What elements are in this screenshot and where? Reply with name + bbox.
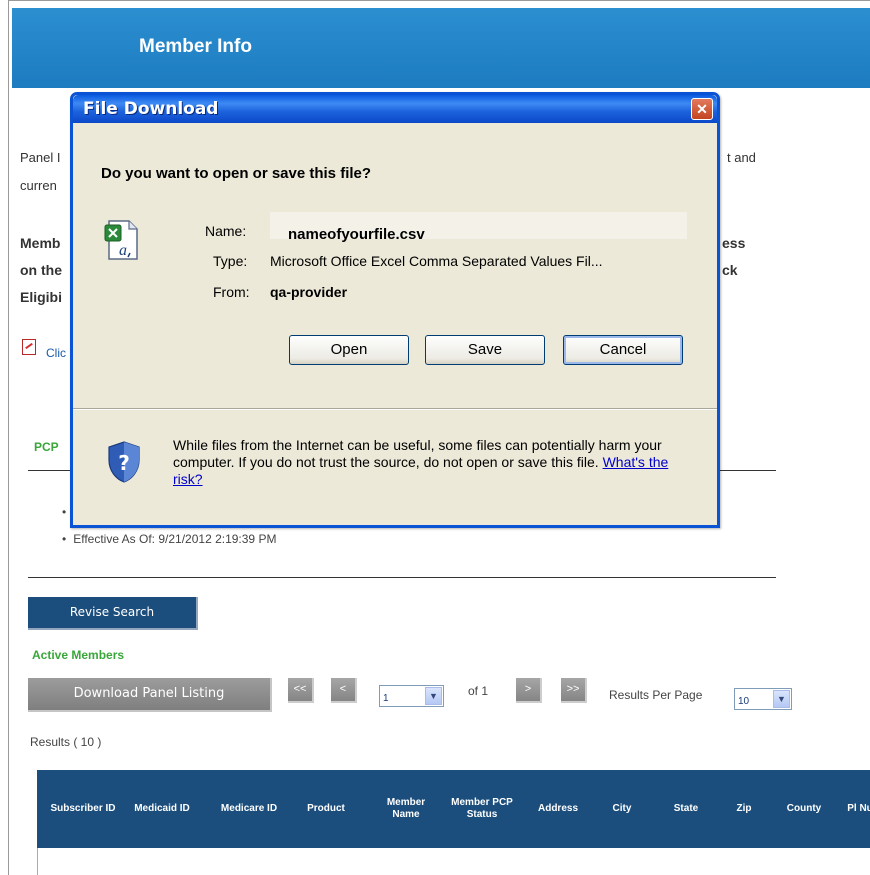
- bold-text-fragment: Memb: [20, 235, 61, 251]
- pdf-icon[interactable]: [22, 339, 36, 355]
- file-download-dialog: File Download ✕ Do you want to open or s…: [70, 92, 720, 528]
- shield-question-icon: ?: [108, 441, 140, 483]
- column-header[interactable]: Zip: [727, 770, 761, 848]
- column-header[interactable]: Product: [293, 770, 359, 848]
- panel-text-fragment-right: t and: [727, 150, 756, 165]
- svg-text:?: ?: [118, 451, 130, 475]
- open-button[interactable]: Open: [289, 335, 409, 365]
- results-count: Results ( 10 ): [30, 735, 102, 749]
- close-icon: ✕: [696, 101, 708, 117]
- last-page-button[interactable]: >>: [561, 678, 587, 703]
- cancel-button[interactable]: Cancel: [563, 335, 683, 365]
- active-members-label: Active Members: [32, 648, 125, 662]
- save-button[interactable]: Save: [425, 335, 545, 365]
- svg-text:a: a: [119, 242, 127, 259]
- column-header[interactable]: State: [663, 770, 709, 848]
- bold-text-fragment-right: ess: [722, 235, 746, 251]
- results-per-page-select[interactable]: 10 ▼: [734, 688, 792, 710]
- panel-text-fragment: Panel I: [20, 150, 61, 165]
- column-header[interactable]: Medicaid ID: [129, 770, 195, 848]
- prev-page-button[interactable]: <: [331, 678, 357, 703]
- file-name: nameofyourfile.csv: [288, 226, 425, 243]
- dialog-separator: [73, 408, 717, 410]
- security-warning-text: While files from the Internet can be use…: [173, 437, 662, 470]
- revise-search-button[interactable]: Revise Search: [28, 597, 198, 630]
- column-header[interactable]: County: [777, 770, 831, 848]
- bold-text-fragment-3: Eligibi: [20, 289, 62, 305]
- pdf-link-fragment[interactable]: Clic: [46, 346, 66, 360]
- bold-text-fragment-2-right: ck: [722, 262, 738, 278]
- header-bar: Member Info: [12, 8, 870, 88]
- file-type: Microsoft Office Excel Comma Separated V…: [270, 253, 603, 269]
- next-page-button[interactable]: >: [516, 678, 542, 703]
- chevron-down-icon: ▼: [773, 690, 790, 708]
- bold-text-fragment-2: on the: [20, 262, 62, 278]
- effective-date: Effective As Of: 9/21/2012 2:19:39 PM: [62, 532, 276, 546]
- column-header[interactable]: Medicare ID: [217, 770, 281, 848]
- first-page-button[interactable]: <<: [288, 678, 314, 703]
- results-per-page-label: Results Per Page: [609, 688, 703, 702]
- name-label: Name:: [205, 223, 247, 239]
- dialog-title: File Download: [83, 99, 219, 119]
- security-warning: While files from the Internet can be use…: [173, 437, 693, 488]
- divider: [28, 577, 776, 578]
- column-header[interactable]: Pl Nu: [843, 770, 870, 848]
- type-label: Type:: [213, 253, 248, 269]
- column-header[interactable]: Member PCP Status: [449, 770, 515, 848]
- results-table-header: Subscriber ID Medicaid ID Medicare ID Pr…: [37, 770, 870, 848]
- column-header[interactable]: City: [599, 770, 645, 848]
- excel-file-icon: a: [104, 220, 138, 260]
- results-per-page-value: 10: [738, 696, 750, 707]
- results-table-body: [37, 848, 870, 875]
- dialog-question: Do you want to open or save this file?: [101, 165, 372, 182]
- column-header[interactable]: Member Name: [373, 770, 439, 848]
- page-select-value: 1: [383, 693, 389, 704]
- pcp-section-label: PCP: [34, 440, 59, 454]
- page-count: of 1: [468, 684, 489, 698]
- dialog-titlebar[interactable]: File Download ✕: [73, 95, 717, 123]
- download-panel-listing-button[interactable]: Download Panel Listing: [28, 678, 272, 712]
- file-source: qa-provider: [270, 284, 348, 300]
- from-label: From:: [213, 284, 250, 300]
- column-header[interactable]: Subscriber ID: [43, 770, 123, 848]
- page-select[interactable]: 1 ▼: [379, 685, 444, 707]
- close-button[interactable]: ✕: [691, 98, 713, 120]
- column-header[interactable]: Address: [525, 770, 591, 848]
- chevron-down-icon: ▼: [425, 687, 442, 705]
- page-title: Member Info: [139, 36, 252, 57]
- panel-text-fragment-2: curren: [20, 178, 57, 193]
